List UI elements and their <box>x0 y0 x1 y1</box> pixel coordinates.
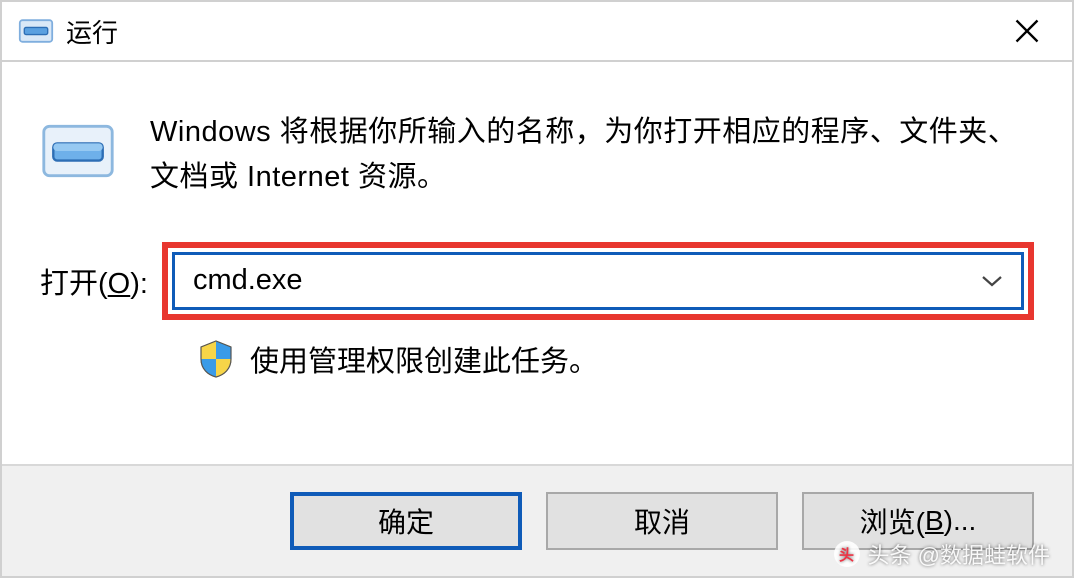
browse-button[interactable]: 浏览(B)... <box>802 492 1034 550</box>
titlebar: 运行 <box>2 2 1072 62</box>
run-icon <box>18 16 54 46</box>
shield-icon <box>198 339 234 379</box>
admin-note-text: 使用管理权限创建此任务。 <box>250 338 598 380</box>
titlebar-left: 运行 <box>18 13 118 50</box>
chevron-down-icon <box>981 274 1003 288</box>
open-label: 打开(O): <box>40 260 148 302</box>
close-icon <box>1013 17 1041 45</box>
command-combobox[interactable] <box>172 252 1024 310</box>
command-input[interactable] <box>193 264 981 297</box>
window-title: 运行 <box>66 13 118 50</box>
description-row: Windows 将根据你所输入的名称，为你打开相应的程序、文件夹、文档或 Int… <box>40 110 1034 200</box>
content-area: Windows 将根据你所输入的名称，为你打开相应的程序、文件夹、文档或 Int… <box>2 62 1072 464</box>
run-icon-large <box>40 118 116 184</box>
button-bar: 确定 取消 浏览(B)... <box>2 464 1072 576</box>
description-text: Windows 将根据你所输入的名称，为你打开相应的程序、文件夹、文档或 Int… <box>150 110 1034 200</box>
close-button[interactable] <box>1002 6 1052 56</box>
cancel-button[interactable]: 取消 <box>546 492 778 550</box>
open-field-row: 打开(O): <box>40 242 1034 320</box>
input-highlight-box <box>162 242 1034 320</box>
ok-button[interactable]: 确定 <box>290 492 522 550</box>
run-dialog: 运行 Windows 将根据你所输入的名称，为你打开相应的程序、文件夹、文档或 … <box>0 0 1074 578</box>
admin-note-row: 使用管理权限创建此任务。 <box>198 338 1034 380</box>
